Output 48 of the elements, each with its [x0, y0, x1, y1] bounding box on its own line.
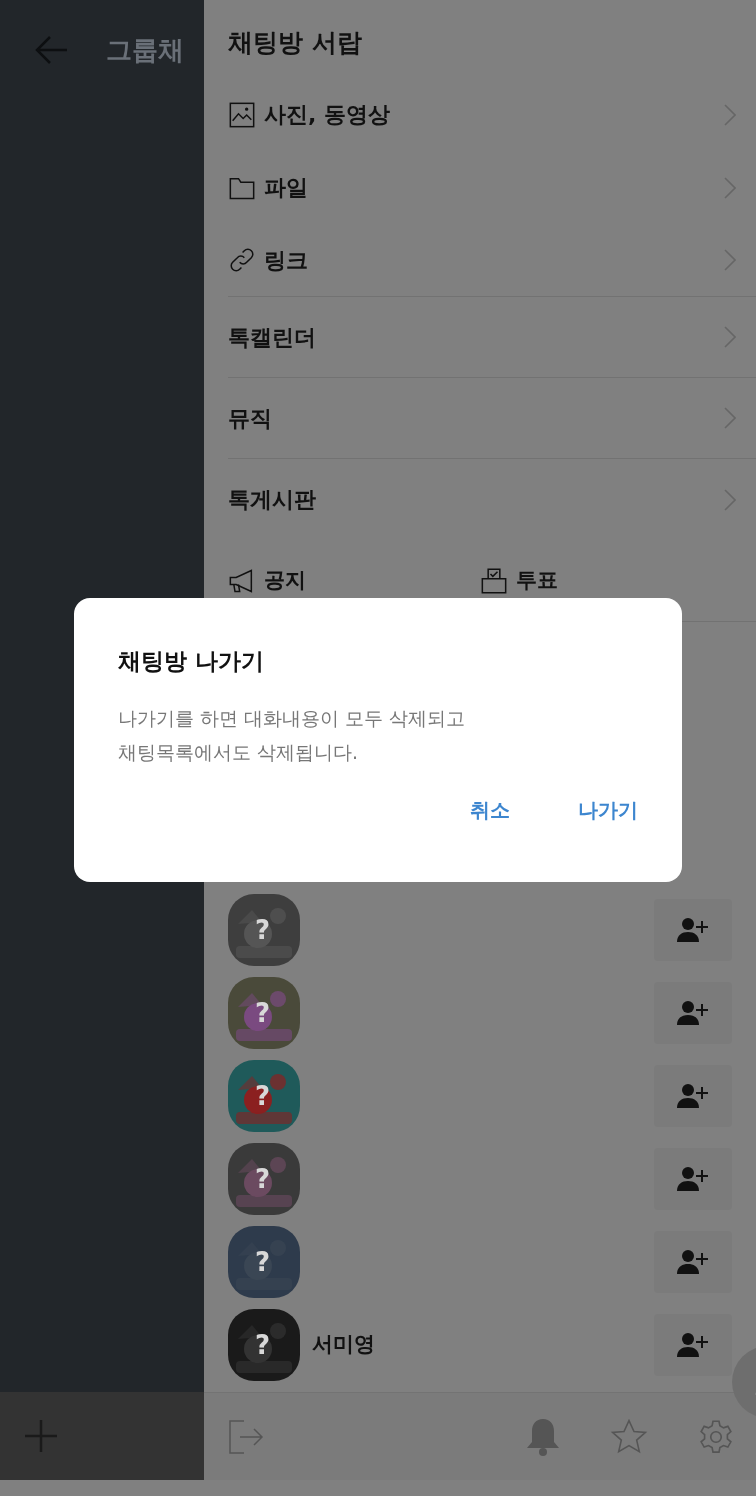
drawer-title: 채팅방 서랍: [227, 27, 363, 59]
leave-button[interactable]: 나가기: [574, 794, 642, 825]
drawer-item[interactable]: 톡게시판: [228, 459, 756, 540]
chat-title: 그룹채: [106, 33, 184, 67]
exit-icon[interactable]: [228, 1418, 264, 1455]
chevron-right-icon: [724, 176, 736, 199]
chevron-right-icon: [724, 249, 736, 271]
unknown-mark: ?: [255, 913, 271, 946]
drawer-item[interactable]: 사진, 동영상: [228, 78, 756, 151]
add-person-icon: [677, 1248, 709, 1275]
chevron-right-icon: [724, 407, 736, 429]
add-friend-button[interactable]: [654, 981, 732, 1044]
add-person-icon: [677, 916, 709, 943]
add-person-icon: [677, 999, 709, 1026]
shortcut-item[interactable]: 투표: [480, 564, 732, 597]
star-icon[interactable]: [610, 1418, 648, 1455]
add-friend-button[interactable]: [654, 1147, 732, 1210]
picture-icon: [228, 100, 256, 129]
ballot-box-icon: [480, 566, 508, 595]
dialog-title: 채팅방 나가기: [118, 647, 265, 676]
plus-icon[interactable]: [24, 1419, 58, 1453]
cancel-button[interactable]: 취소: [466, 794, 514, 825]
add-friend-button[interactable]: [654, 898, 732, 961]
drawer-item[interactable]: 뮤직: [228, 378, 756, 459]
back-arrow-icon[interactable]: [34, 35, 68, 65]
unknown-mark: ?: [255, 1245, 271, 1278]
add-person-icon: [677, 1165, 709, 1192]
drawer-item[interactable]: 링크: [228, 224, 756, 297]
dialog-message: 나가기를 하면 대화내용이 모두 삭제되고 채팅목록에서도 삭제됩니다.: [118, 705, 467, 765]
link-icon: [228, 246, 256, 274]
chevron-right-icon: [724, 326, 736, 348]
unknown-mark: ?: [255, 1079, 271, 1112]
unknown-mark: ?: [255, 1328, 271, 1361]
add-friend-button[interactable]: [654, 1230, 732, 1293]
bell-icon[interactable]: [526, 1417, 560, 1456]
unknown-mark: ?: [255, 996, 271, 1029]
add-friend-button[interactable]: [654, 1313, 732, 1376]
chevron-right-icon: [724, 103, 736, 126]
member-name: 서미영: [312, 1330, 376, 1358]
shortcut-item[interactable]: 공지: [228, 564, 480, 597]
settings-icon[interactable]: [698, 1418, 734, 1455]
drawer-item[interactable]: 파일: [228, 151, 756, 224]
drawer-item[interactable]: 톡캘린더: [228, 297, 756, 378]
unknown-mark: ?: [255, 1162, 271, 1195]
add-person-icon: [677, 1331, 709, 1358]
add-friend-button[interactable]: [654, 1064, 732, 1127]
add-person-icon: [677, 1082, 709, 1109]
chevron-right-icon: [724, 488, 736, 511]
